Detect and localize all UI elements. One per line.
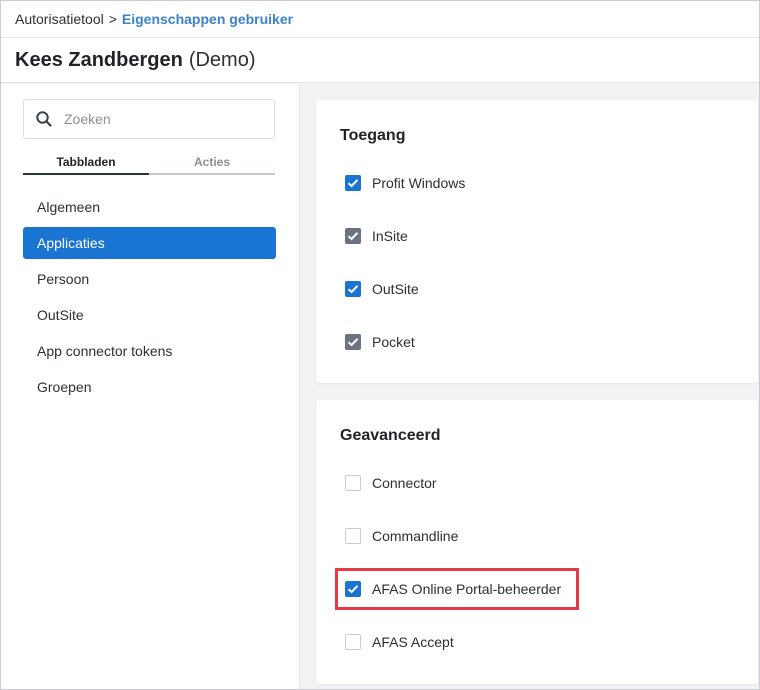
option-afas-online-portal-beheerder[interactable]: AFAS Online Portal-beheerder	[345, 579, 561, 599]
sidebar: Tabbladen Acties Algemeen Applicaties Pe…	[1, 84, 300, 689]
breadcrumb-current[interactable]: Eigenschappen gebruiker	[122, 11, 293, 27]
option-pocket[interactable]: Pocket	[345, 332, 415, 352]
check-icon	[347, 338, 359, 347]
checkbox-checked[interactable]	[345, 175, 361, 191]
section-geavanceerd: Geavanceerd Connector Commandline AFAS O…	[316, 400, 758, 684]
sidebar-item-applicaties[interactable]: Applicaties	[23, 227, 276, 259]
checkbox-unchecked[interactable]	[345, 475, 361, 491]
option-label: Commandline	[372, 528, 459, 544]
section-title: Toegang	[340, 127, 406, 144]
sidebar-item-groepen[interactable]: Groepen	[23, 371, 276, 403]
tab-acties[interactable]: Acties	[149, 153, 275, 175]
sidebar-item-outsite[interactable]: OutSite	[23, 299, 276, 331]
check-icon	[347, 232, 359, 241]
app-window: Autorisatietool > Eigenschappen gebruike…	[0, 0, 760, 690]
option-label: InSite	[372, 228, 408, 244]
check-icon	[347, 285, 359, 294]
search-icon	[24, 100, 64, 138]
checkbox-checked-disabled[interactable]	[345, 334, 361, 350]
checkbox-checked[interactable]	[345, 581, 361, 597]
option-label: Profit Windows	[372, 175, 466, 191]
sidebar-tabs: Tabbladen Acties	[23, 153, 275, 175]
option-label: AFAS Accept	[372, 634, 454, 650]
checkbox-checked-disabled[interactable]	[345, 228, 361, 244]
option-commandline[interactable]: Commandline	[345, 526, 458, 546]
search-box[interactable]	[23, 99, 275, 139]
breadcrumb-separator: >	[108, 11, 117, 27]
section-toegang: Toegang Profit Windows InSite OutSite Po…	[316, 100, 758, 383]
option-afas-accept[interactable]: AFAS Accept	[345, 632, 454, 652]
tab-tabbladen[interactable]: Tabbladen	[23, 153, 149, 175]
search-input[interactable]	[64, 111, 264, 127]
page-title: Kees Zandbergen (Demo)	[1, 38, 759, 83]
checkbox-unchecked[interactable]	[345, 634, 361, 650]
option-label: AFAS Online Portal-beheerder	[372, 581, 562, 597]
sidebar-nav: Algemeen Applicaties Persoon OutSite App…	[23, 191, 276, 407]
option-profit-windows[interactable]: Profit Windows	[345, 173, 465, 193]
option-label: OutSite	[372, 281, 419, 297]
breadcrumb: Autorisatietool > Eigenschappen gebruike…	[1, 1, 759, 38]
environment-suffix: (Demo)	[188, 48, 256, 71]
option-label: Connector	[372, 475, 437, 491]
check-icon	[347, 585, 359, 594]
user-name: Kees Zandbergen	[15, 48, 183, 71]
sidebar-item-algemeen[interactable]: Algemeen	[23, 191, 276, 223]
checkbox-checked[interactable]	[345, 281, 361, 297]
breadcrumb-root[interactable]: Autorisatietool	[15, 11, 104, 27]
sidebar-item-app-connector-tokens[interactable]: App connector tokens	[23, 335, 276, 367]
check-icon	[347, 179, 359, 188]
checkbox-unchecked[interactable]	[345, 528, 361, 544]
section-title: Geavanceerd	[340, 427, 441, 444]
option-outsite[interactable]: OutSite	[345, 279, 419, 299]
sidebar-item-persoon[interactable]: Persoon	[23, 263, 276, 295]
option-label: Pocket	[372, 334, 415, 350]
option-insite[interactable]: InSite	[345, 226, 408, 246]
option-connector[interactable]: Connector	[345, 473, 437, 493]
